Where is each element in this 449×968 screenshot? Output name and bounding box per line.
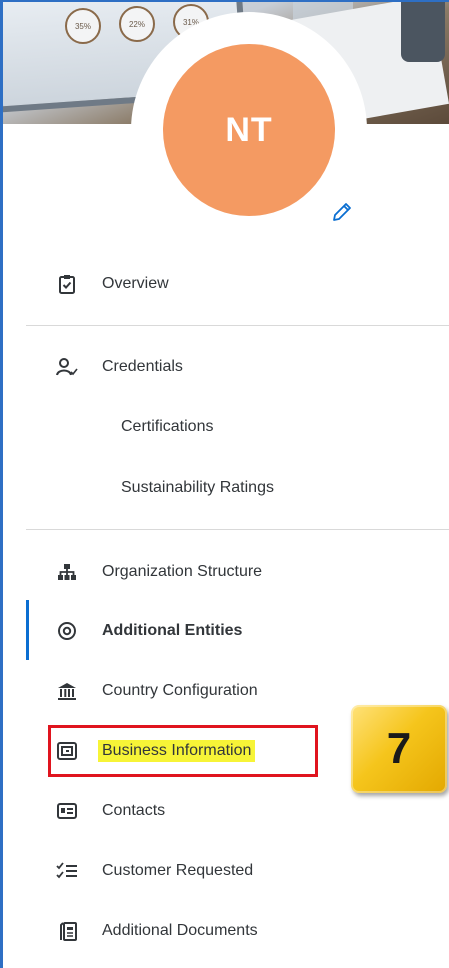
- banner-mug: [401, 2, 445, 62]
- nav-label: Credentials: [102, 358, 183, 375]
- nav-item-customer-requested[interactable]: Customer Requested: [56, 856, 253, 886]
- nav-item-contacts[interactable]: Contacts: [56, 796, 165, 826]
- nav-label: Country Configuration: [102, 682, 258, 699]
- page-left-border: [0, 0, 3, 968]
- nav-item-additional-documents[interactable]: Additional Documents: [56, 916, 258, 946]
- documents-icon: [56, 920, 78, 942]
- clipboard-check-icon: [56, 273, 78, 295]
- divider: [26, 529, 449, 530]
- pencil-icon[interactable]: [330, 200, 354, 224]
- nav-item-country-configuration[interactable]: Country Configuration: [56, 676, 258, 706]
- avatar[interactable]: NT: [163, 44, 335, 216]
- contact-card-icon: [56, 800, 78, 822]
- annotation-red-box: [48, 725, 318, 777]
- nav-label: Organization Structure: [102, 563, 263, 580]
- banner-gauge: 35%: [65, 8, 101, 44]
- org-chart-icon: [56, 561, 78, 583]
- divider: [26, 325, 449, 326]
- checklist-icon: [56, 860, 78, 882]
- nav-label: Overview: [102, 275, 169, 292]
- banner-gauge: 22%: [119, 6, 155, 42]
- bank-icon: [56, 680, 78, 702]
- nav-label: Customer Requested: [102, 862, 254, 879]
- nav-subitem-certifications[interactable]: Certifications: [121, 412, 213, 442]
- nav-item-additional-entities[interactable]: Additional Entities: [56, 616, 242, 646]
- nav-label: Contacts: [102, 802, 166, 819]
- step-number-badge: 7: [351, 705, 447, 793]
- nav-item-overview[interactable]: Overview: [56, 269, 169, 299]
- active-indicator: [26, 600, 29, 660]
- location-icon: [56, 620, 78, 642]
- nav-item-organization-structure[interactable]: Organization Structure: [56, 557, 262, 587]
- person-check-icon: [56, 356, 78, 378]
- nav-item-credentials[interactable]: Credentials: [56, 352, 183, 382]
- nav-label: Additional Documents: [102, 922, 258, 939]
- nav-label: Additional Entities: [102, 622, 243, 639]
- nav-subitem-sustainability-ratings[interactable]: Sustainability Ratings: [121, 473, 274, 503]
